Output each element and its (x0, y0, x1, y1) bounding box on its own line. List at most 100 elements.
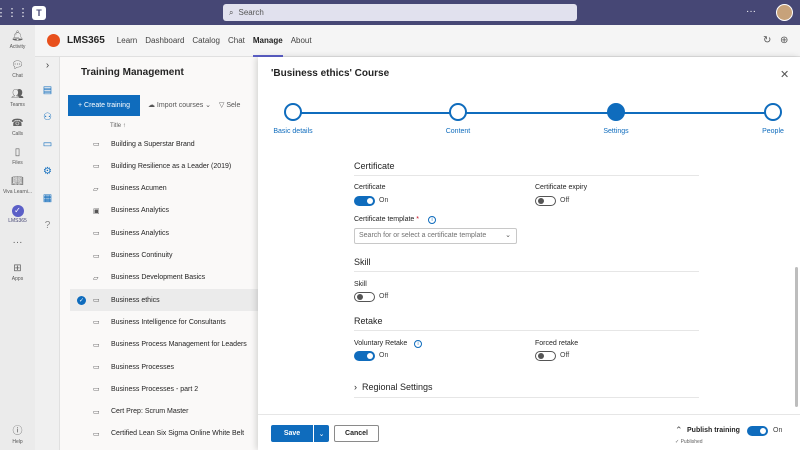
list-item[interactable]: ▭ Business Processes (70, 356, 260, 378)
list-item[interactable]: ▱ Business Acumen (70, 178, 260, 200)
rail-item-teams[interactable]: 👥︎ Teams (0, 89, 35, 108)
list-item[interactable]: ▭ Business Process Management for Leaders (70, 334, 260, 356)
step-label-settings[interactable]: Settings (603, 128, 628, 135)
rail-item-files[interactable]: ▯ Files (0, 147, 35, 166)
stepper-track (292, 112, 772, 114)
row-checkbox[interactable] (77, 385, 86, 394)
chevron-up-icon[interactable]: ⌃ (675, 425, 683, 436)
app-name: LMS365 (67, 35, 105, 46)
tab-catalog[interactable]: Catalog (192, 25, 220, 57)
selected-check-icon[interactable]: ✓ (77, 295, 86, 305)
row-checkbox[interactable] (77, 206, 86, 215)
rail-item-lms365[interactable]: ✓ LMS365 (0, 205, 35, 224)
row-checkbox[interactable] (77, 273, 86, 282)
column-header-title[interactable]: Title ↑ (110, 123, 126, 129)
users-nav-icon[interactable]: ⚇ (35, 112, 60, 123)
rail-item-viva-learning[interactable]: 📖︎ Viva Learni... (0, 176, 35, 195)
certificate-expiry-toggle[interactable] (535, 196, 556, 206)
save-options-chevron-icon[interactable]: ⌄ (314, 425, 329, 442)
row-checkbox[interactable] (77, 140, 86, 149)
search-input[interactable]: ⌕ Search (223, 4, 577, 21)
row-checkbox[interactable] (77, 184, 86, 193)
tab-dashboard[interactable]: Dashboard (145, 25, 184, 57)
voluntary-retake-toggle[interactable] (354, 351, 375, 361)
course-icon: ▭ (93, 252, 100, 260)
list-item[interactable]: ▭ Building a Superstar Brand (70, 133, 260, 155)
list-item-title: Business Process Management for Leaders (111, 341, 247, 349)
rail-item-apps[interactable]: ⊞ Apps (0, 263, 35, 282)
list-toolbar: + Create training ☁ Import courses ⌄ ▽ S… (68, 94, 268, 116)
row-checkbox[interactable] (77, 429, 86, 438)
panel-scrollbar[interactable] (795, 267, 798, 407)
row-checkbox[interactable] (77, 363, 86, 372)
list-item[interactable]: ▣ Business Analytics (70, 200, 260, 222)
row-checkbox[interactable] (77, 162, 86, 171)
step-dot-settings[interactable] (607, 103, 625, 121)
app-launcher-icon[interactable]: ⋮⋮⋮ (0, 0, 29, 25)
row-checkbox[interactable] (77, 229, 86, 238)
info-icon[interactable]: i (414, 340, 422, 348)
more-options-icon[interactable]: ··· (746, 6, 756, 17)
list-item[interactable]: ▭ Business Processes - part 2 (70, 378, 260, 400)
regional-settings-expander[interactable]: › Regional Settings (354, 382, 433, 392)
course-icon: ▭ (93, 319, 100, 327)
forced-retake-toggle[interactable] (535, 351, 556, 361)
tab-about[interactable]: About (291, 25, 312, 57)
tab-chat[interactable]: Chat (228, 25, 245, 57)
popout-icon[interactable]: ⊕ (780, 35, 788, 46)
info-icon[interactable]: i (428, 216, 436, 224)
expand-nav-icon[interactable]: › (35, 60, 60, 71)
list-item[interactable]: ▭ Cert Prep: Scrum Master (70, 401, 260, 423)
list-item[interactable]: ▱ Business Development Basics (70, 267, 260, 289)
step-label-content[interactable]: Content (446, 128, 471, 135)
list-item[interactable]: ▭ Certified Lean Six Sigma Online White B… (70, 423, 260, 445)
step-dot-content[interactable] (449, 103, 467, 121)
certificate-expiry-label: Certificate expiry (535, 184, 588, 191)
rail-item-more[interactable]: ··· (0, 237, 35, 250)
row-checkbox[interactable] (77, 340, 86, 349)
publish-toggle[interactable] (747, 426, 768, 436)
step-dot-people[interactable] (764, 103, 782, 121)
certificate-toggle[interactable] (354, 196, 375, 206)
catalog-nav-icon[interactable]: ▤ (35, 85, 60, 96)
create-training-button[interactable]: + Create training (68, 94, 140, 116)
row-checkbox[interactable] (77, 407, 86, 416)
rail-item-help[interactable]: ⓘ Help (0, 426, 35, 445)
list-item-title: Business Continuity (111, 252, 173, 259)
row-checkbox[interactable] (77, 318, 86, 327)
rail-item-chat[interactable]: 💬︎ Chat (0, 60, 35, 79)
rail-item-calls[interactable]: ☎ Calls (0, 118, 35, 137)
settings-nav-icon[interactable]: ⚙ (35, 166, 60, 177)
save-button[interactable]: Save (271, 425, 313, 442)
excel-nav-icon[interactable]: ▦ (35, 193, 60, 204)
certificate-template-dropdown[interactable]: Search for or select a certificate templ… (354, 228, 517, 244)
cancel-button[interactable]: Cancel (334, 425, 379, 442)
certificate-expiry-state: Off (560, 197, 570, 204)
course-icon: ▭ (93, 163, 100, 171)
avatar[interactable] (776, 4, 793, 21)
close-icon[interactable]: ✕ (780, 68, 789, 81)
import-courses-button[interactable]: ☁ Import courses ⌄ (148, 101, 211, 109)
skill-label: Skill (354, 281, 367, 288)
list-item[interactable]: ▭ Business Analytics (70, 222, 260, 244)
list-item[interactable]: ✓ ▭ Business ethics (70, 289, 260, 312)
list-item[interactable]: ▭ Business Intelligence for Consultants (70, 311, 260, 333)
list-item[interactable]: ▭ Business Continuity (70, 245, 260, 267)
row-checkbox[interactable] (77, 251, 86, 260)
help-nav-icon[interactable]: ? (35, 220, 60, 231)
person-card-icon: ▣ (93, 207, 100, 215)
skill-toggle[interactable] (354, 292, 375, 302)
voluntary-retake-state: On (379, 352, 389, 359)
refresh-icon[interactable]: ↻ (763, 35, 771, 46)
step-label-basic-details[interactable]: Basic details (273, 128, 312, 135)
step-dot-basic-details[interactable] (284, 103, 302, 121)
rail-item-activity[interactable]: 🔔︎ Activity (0, 31, 35, 50)
tab-manage[interactable]: Manage (252, 25, 283, 57)
select-filter-button[interactable]: ▽ Sele (219, 101, 240, 109)
list-item-title: Business Analytics (111, 207, 169, 215)
course-icon: ▭ (93, 430, 100, 438)
list-item[interactable]: ▭ Building Resilience as a Leader (2019) (70, 155, 260, 177)
folder-nav-icon[interactable]: ▭ (35, 139, 60, 150)
tab-learn[interactable]: Learn (117, 25, 137, 57)
step-label-people[interactable]: People (762, 128, 784, 135)
